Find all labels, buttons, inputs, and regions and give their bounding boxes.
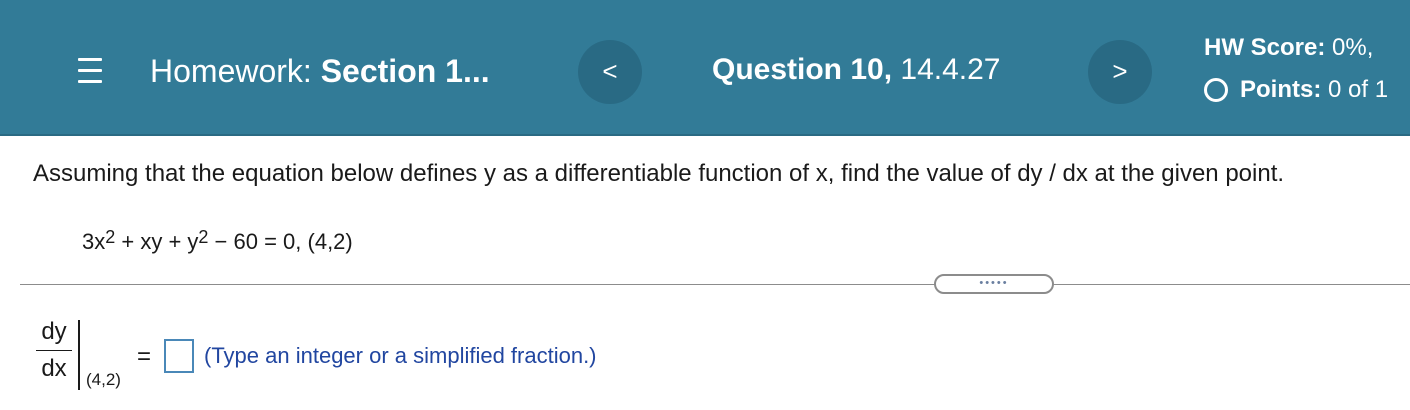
hamburger-menu-icon[interactable] — [78, 58, 102, 84]
evaluation-point: (4,2) — [86, 370, 121, 389]
question-instructions: Assuming that the equation below defines… — [33, 160, 1285, 187]
equation-part-1: 3x — [82, 229, 106, 254]
empty-circle-icon — [1204, 78, 1228, 102]
points-value: 0 of 1 — [1328, 76, 1389, 103]
equation-exponent-2: 2 — [198, 227, 209, 247]
homework-prefix: Homework: — [150, 53, 312, 89]
homework-name: Section 1... — [320, 53, 490, 89]
hw-score: HW Score: 0%, — [1204, 34, 1373, 62]
divider — [20, 284, 1410, 285]
equation-part-2: + xy + y — [115, 229, 199, 254]
expand-more-button[interactable]: ••••• — [934, 274, 1054, 294]
question-label: Question 10, 14.4.27 — [712, 53, 1000, 87]
points-label: Points: — [1240, 76, 1322, 103]
answer-input[interactable] — [164, 339, 194, 373]
evaluation-bar — [78, 320, 80, 390]
equals-sign: = — [137, 343, 152, 370]
question-number: Question 10, — [712, 53, 893, 86]
homework-title: Homework: Section 1... — [150, 53, 490, 90]
fraction-denominator: dx — [41, 355, 67, 382]
equation: 3x2 + xy + y2 − 60 = 0, (4,2) — [82, 227, 353, 255]
score-label: HW Score: — [1204, 34, 1326, 61]
answer-hint: (Type an integer or a simplified fractio… — [204, 343, 597, 368]
fraction-numerator: dy — [41, 318, 67, 345]
next-question-button[interactable]: > — [1088, 40, 1152, 104]
question-id: 14.4.27 — [900, 53, 1001, 86]
score-value: 0%, — [1332, 34, 1374, 61]
header-bar: Homework: Section 1... < Question 10, 14… — [0, 0, 1410, 136]
equation-exponent-1: 2 — [105, 227, 116, 247]
derivative-fraction: dy dx — [36, 318, 72, 383]
fraction-bar — [36, 350, 72, 351]
points: Points: 0 of 1 — [1204, 76, 1388, 104]
previous-question-button[interactable]: < — [578, 40, 642, 104]
equation-part-3: − 60 = 0, (4,2) — [208, 229, 353, 254]
